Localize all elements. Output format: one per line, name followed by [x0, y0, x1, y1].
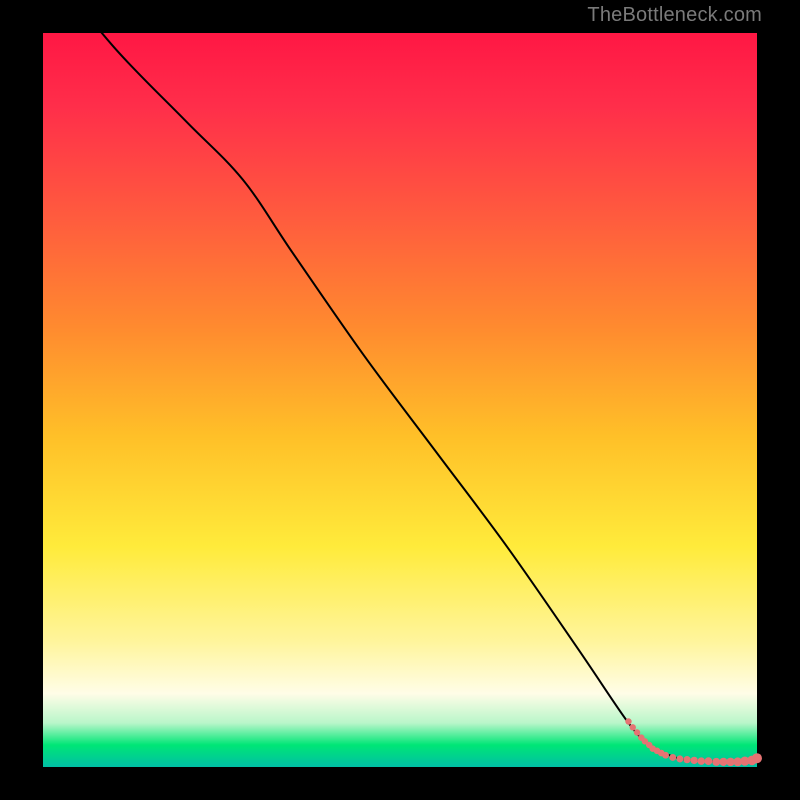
- scatter-point: [662, 752, 669, 759]
- scatter-point: [752, 753, 762, 763]
- chart-frame: TheBottleneck.com: [0, 0, 800, 800]
- scatter-point: [630, 724, 636, 730]
- scatter-point: [676, 755, 683, 762]
- watermark-text: TheBottleneck.com: [587, 4, 762, 27]
- chart-scatter-points: [625, 718, 762, 766]
- scatter-point: [625, 718, 631, 724]
- scatter-point: [712, 758, 720, 766]
- scatter-point: [669, 754, 676, 761]
- scatter-point: [683, 756, 690, 763]
- chart-curve: [43, 0, 757, 762]
- chart-overlay-svg: [43, 33, 757, 767]
- plot-area: [43, 33, 757, 767]
- scatter-point: [634, 729, 640, 735]
- scatter-point: [690, 757, 697, 764]
- scatter-point: [705, 757, 713, 765]
- scatter-point: [698, 757, 706, 765]
